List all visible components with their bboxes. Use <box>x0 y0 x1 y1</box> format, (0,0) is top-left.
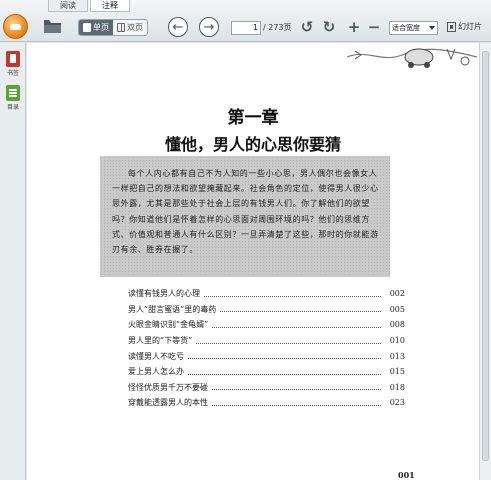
sidebar-item-bookmarks[interactable]: 书签 <box>4 51 22 77</box>
chapter-intro: 每个人内心都有自己不为人知的一些小心思，男人偶尔也会像女人一样把自己的想法和欲望… <box>100 156 390 277</box>
toc-entry-page: 010 <box>389 336 405 346</box>
toc-leader <box>196 338 381 344</box>
toc-entry-page: 005 <box>389 304 405 314</box>
toc-entry-page: 018 <box>389 382 405 392</box>
minus-icon: − <box>367 18 381 36</box>
zoom-select-value: 适合宽度 <box>392 24 420 32</box>
rotate-right-button[interactable]: ↻ <box>321 18 337 36</box>
toc-entry-title: 穿戴能透露男人的本性 <box>128 398 208 408</box>
sidebar-item-toc[interactable]: 目录 <box>4 85 22 111</box>
chapter-toc: 读懂有钱男人的心理 002 男人“甜言蜜语”里的毒药 005 火眼金睛识别“金龟… <box>128 286 405 411</box>
toc-entry-title: 怪怪优质男千万不要碰 <box>128 382 208 392</box>
rotate-left-button[interactable]: ↺ <box>299 18 315 36</box>
rotate-right-icon: ↻ <box>322 18 336 36</box>
slideshow-button[interactable]: 幻灯片 <box>447 21 482 32</box>
toc-entry[interactable]: 怪怪优质男千万不要碰 018 <box>128 380 405 396</box>
double-page-icon <box>117 23 125 32</box>
slideshow-icon <box>447 21 456 32</box>
sidebar-item-label: 书签 <box>6 70 19 77</box>
chapter-number: 第一章 <box>227 108 279 128</box>
double-page-button[interactable]: 双页 <box>113 20 147 35</box>
page-footer-number: 001 <box>398 470 415 480</box>
page-total: / 273页 <box>263 23 292 32</box>
toc-entry[interactable]: 读懂男人不吃亏 013 <box>128 348 405 364</box>
decorative-illustration <box>347 43 477 71</box>
tab-annotate[interactable]: 注释 <box>90 0 130 12</box>
arrow-left-icon: ← <box>172 19 184 35</box>
toc-leader <box>212 400 381 406</box>
toc-entry[interactable]: 男人“甜言蜜语”里的毒药 005 <box>128 302 405 318</box>
sidebar: 书签 目录 <box>0 43 26 480</box>
mode-tabs: 阅读 注释 <box>48 0 132 12</box>
open-folder-button[interactable] <box>43 19 62 34</box>
plus-icon: + <box>347 18 361 36</box>
zoom-out-button[interactable]: − <box>366 18 382 36</box>
bookmark-icon <box>6 51 20 67</box>
single-page-button[interactable]: 单页 <box>79 20 113 35</box>
toc-leader <box>220 306 381 313</box>
toc-leader <box>212 384 381 391</box>
toc-entry[interactable]: 男人里的“下等货” 010 <box>128 333 405 349</box>
vertical-scrollbar[interactable] <box>479 43 491 480</box>
toc-entry-title: 读懂有钱男人的心理 <box>128 289 200 299</box>
toc-leader <box>204 291 381 297</box>
rotate-left-icon: ↺ <box>300 18 314 36</box>
toc-entry-title: 爱上男人怎么办 <box>128 367 184 377</box>
page-view-toggle: 单页 双页 <box>78 19 148 36</box>
toc-entry-page: 008 <box>389 320 405 330</box>
toc-leader <box>188 353 381 360</box>
toc-icon <box>6 85 20 101</box>
zoom-select[interactable]: 适合宽度 <box>389 21 438 35</box>
toc-entry[interactable]: 读懂有钱男人的心理 002 <box>128 286 405 302</box>
toolbar: 阅读 注释 单页 双页 ← → 1 / 273页 ↺ ↻ + − 适合宽度 幻灯… <box>0 0 491 42</box>
tab-read[interactable]: 阅读 <box>48 0 88 12</box>
toc-entry-page: 002 <box>389 289 405 299</box>
toc-entry-title: 男人里的“下等货” <box>128 336 193 346</box>
toc-entry-title: 读懂男人不吃亏 <box>128 351 184 361</box>
previous-page-button[interactable]: ← <box>168 17 188 37</box>
page-number-input[interactable]: 1 <box>231 21 261 35</box>
toc-entry[interactable]: 穿戴能透露男人的本性 023 <box>128 395 405 411</box>
toc-entry-title: 火眼金睛识别“金龟婿” <box>128 320 209 330</box>
double-page-label: 双页 <box>127 23 143 32</box>
chapter-intro-text: 每个人内心都有自己不为人知的一些小心思，男人偶尔也会像女人一样把自己的想法和欲望… <box>112 169 379 255</box>
document-page: 第一章 懂他，男人的心思你要猜 每个人内心都有自己不为人知的一些小心思，男人偶尔… <box>27 43 479 480</box>
toc-leader <box>188 369 381 375</box>
chapter-title: 懂他，男人的心思你要猜 <box>164 135 341 154</box>
toc-entry-page: 015 <box>389 367 405 377</box>
single-page-icon <box>83 23 91 32</box>
arrow-right-icon: → <box>203 19 215 35</box>
toc-entry[interactable]: 爱上男人怎么办 015 <box>128 364 405 380</box>
toc-entry-page: 023 <box>389 398 405 408</box>
toc-leader <box>212 322 381 328</box>
toc-entry-page: 013 <box>389 351 405 361</box>
app-logo-icon <box>3 14 28 39</box>
next-page-button[interactable]: → <box>199 17 219 37</box>
toc-entry[interactable]: 火眼金睛识别“金龟婿” 008 <box>128 317 405 333</box>
chevron-down-icon <box>429 26 435 30</box>
sidebar-item-label: 目录 <box>6 104 19 111</box>
slideshow-label: 幻灯片 <box>458 22 482 31</box>
toc-entry-title: 男人“甜言蜜语”里的毒药 <box>128 304 217 314</box>
folder-icon <box>44 20 61 33</box>
zoom-in-button[interactable]: + <box>346 18 362 36</box>
single-page-label: 单页 <box>93 23 109 32</box>
scrollbar-thumb[interactable] <box>482 51 489 461</box>
